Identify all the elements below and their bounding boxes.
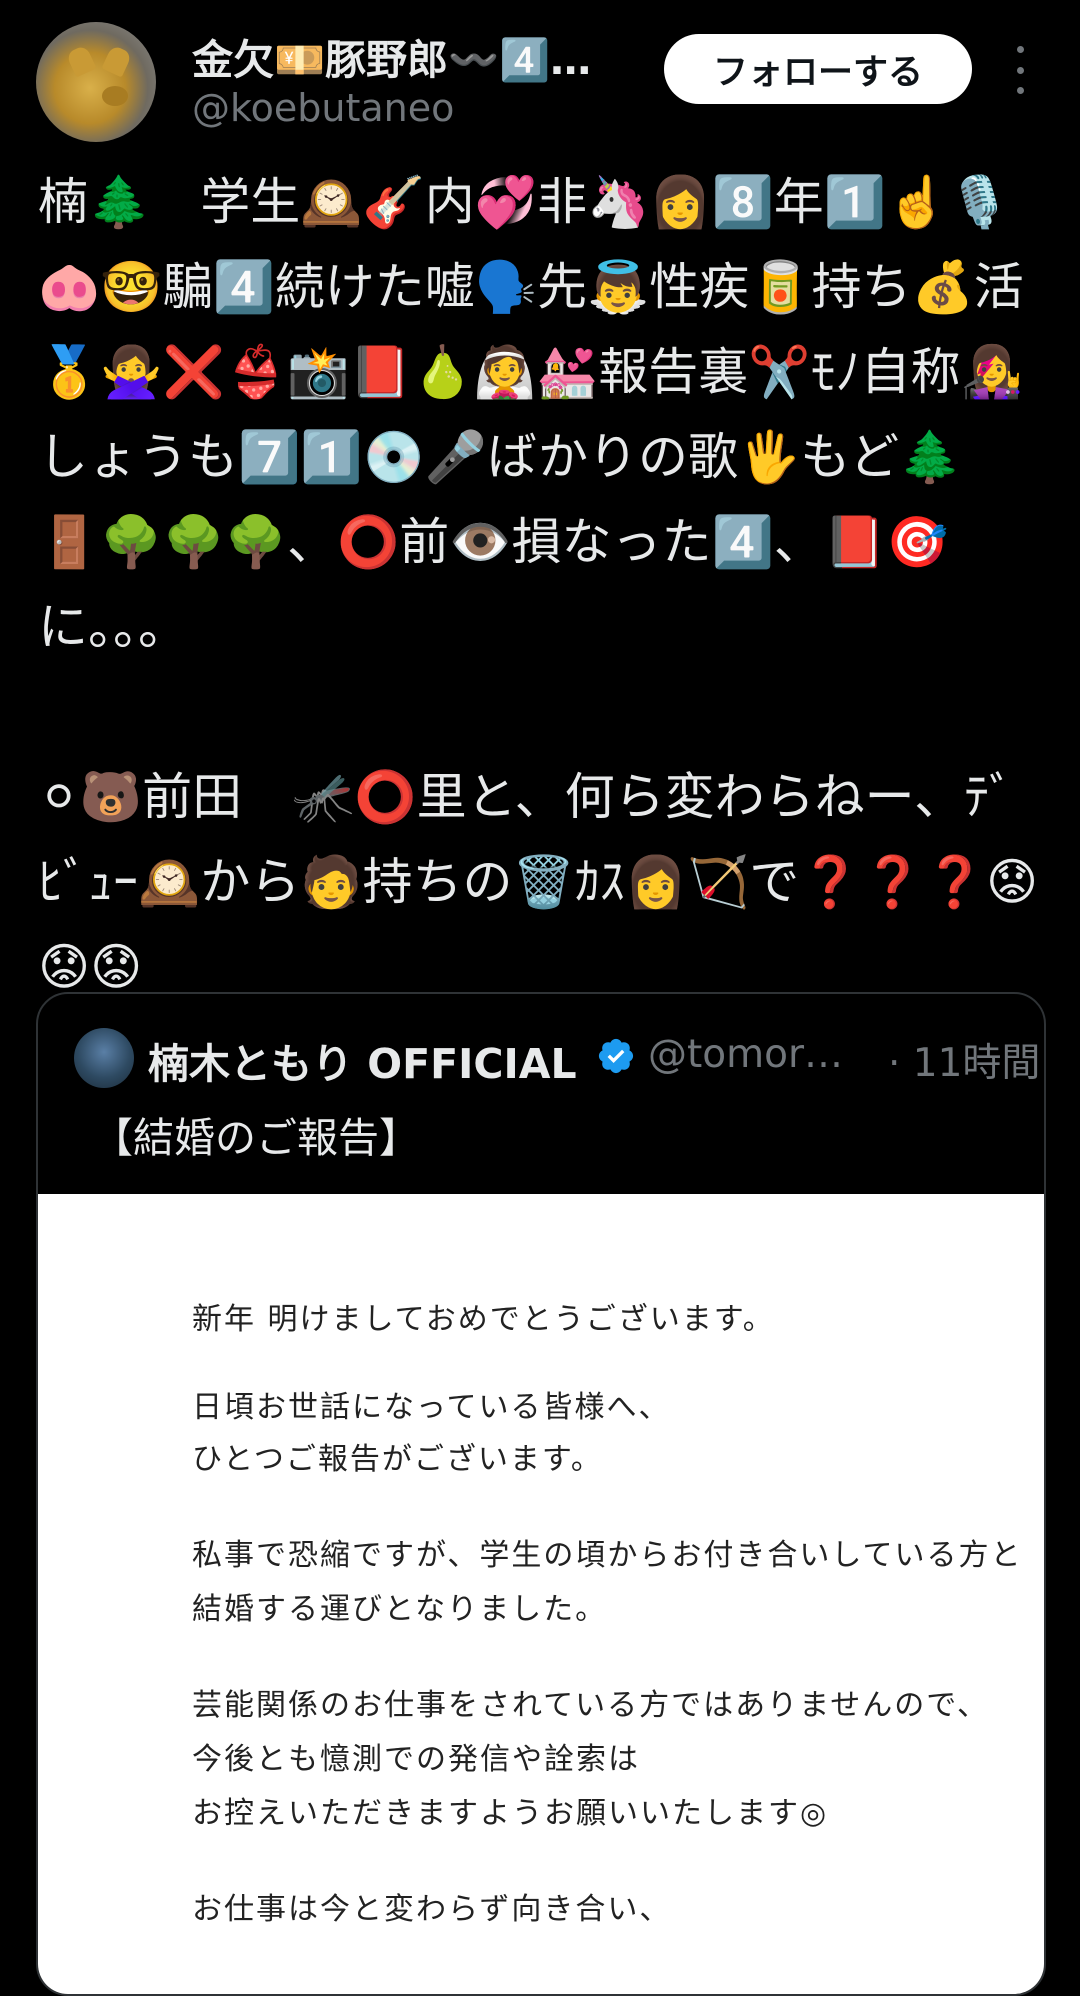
- quoted-tweet[interactable]: 楠木ともり OFFICIAL @tomor… · 11時間 【結婚のご報告】 新…: [36, 992, 1046, 1996]
- letter-line: 私事で恐縮ですが、学生の頃からお付き合いしている方と: [192, 1538, 1023, 1573]
- letter-line: 今後とも憶測での発信や詮索は: [192, 1742, 640, 1777]
- letter-line: ひとつご報告がございます。: [192, 1442, 603, 1477]
- letter-line: お控えいただきますようお願いいたします◎: [192, 1796, 829, 1831]
- author-avatar[interactable]: [36, 22, 156, 142]
- letter-line: お仕事は今と変わらず向き合い、: [192, 1892, 672, 1927]
- more-dot: [1016, 87, 1024, 94]
- quoted-timestamp[interactable]: · 11時間: [888, 1032, 1040, 1088]
- follow-button[interactable]: フォローする: [664, 34, 972, 104]
- tweet-header: 金欠💴豚野郎〰️4️⃣… @koebutaneo フォローする: [0, 0, 1080, 150]
- more-dot: [1016, 66, 1024, 74]
- author-display-name[interactable]: 金欠💴豚野郎〰️4️⃣…: [192, 26, 632, 86]
- letter-line: 結婚する運びとなりました。: [192, 1592, 608, 1627]
- quoted-author-avatar[interactable]: [74, 1028, 134, 1088]
- tweet-text: 楠🌲 学生🕰️🎸内💞非🦄👩8️⃣年1️⃣☝️🎙️🐽🤓騙4️⃣続けた嘘🗣️先👼性疾…: [38, 173, 1039, 996]
- more-options-icon[interactable]: [1008, 46, 1032, 94]
- avatar-pig-ear: [101, 44, 133, 78]
- author-handle[interactable]: @koebutaneo: [192, 86, 454, 130]
- quoted-image[interactable]: 新年 明けましておめでとうございます。 日頃お世話になっている皆様へ、 ひとつご…: [38, 1194, 1044, 1994]
- quoted-author-handle[interactable]: @tomor…: [648, 1032, 876, 1077]
- letter-line: 芸能関係のお仕事をされている方ではありませんので、: [192, 1688, 989, 1723]
- avatar-pig-ear: [65, 44, 97, 78]
- quoted-author-name[interactable]: 楠木ともり OFFICIAL: [148, 1030, 577, 1090]
- more-dot: [1016, 46, 1024, 53]
- verified-badge-icon: [598, 1038, 634, 1074]
- letter-line: 日頃お世話になっている皆様へ、: [192, 1390, 671, 1425]
- avatar-pig-snout: [102, 86, 128, 106]
- letter-line: 新年 明けましておめでとうございます。: [192, 1302, 775, 1337]
- quoted-tweet-text: 【結婚のご報告】: [92, 1114, 420, 1162]
